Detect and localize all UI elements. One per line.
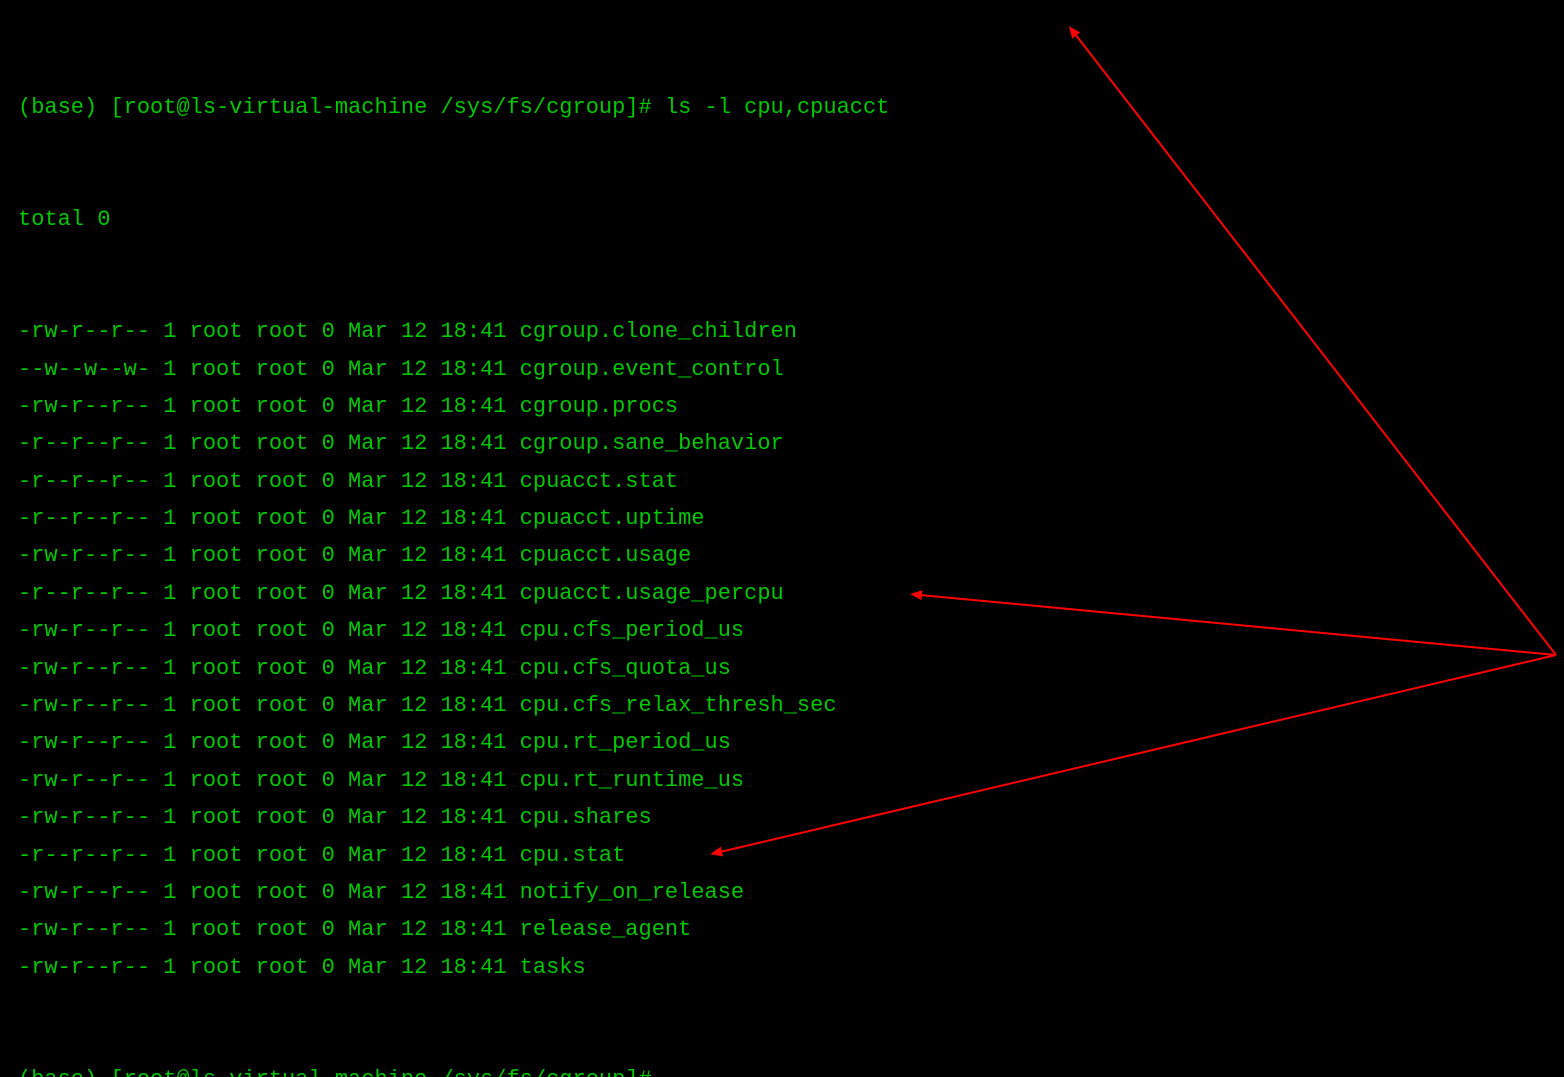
file-row: -rw-r--r-- 1 root root 0 Mar 12 18:41 cp… — [18, 799, 1546, 836]
prompt-prefix: (base) — [18, 1067, 110, 1077]
file-row: -rw-r--r-- 1 root root 0 Mar 12 18:41 cp… — [18, 612, 1546, 649]
file-row: -rw-r--r-- 1 root root 0 Mar 12 18:41 ta… — [18, 949, 1546, 986]
file-row: -rw-r--r-- 1 root root 0 Mar 12 18:41 cp… — [18, 537, 1546, 574]
prompt-line-2[interactable]: (base) [root@ls-virtual-machine /sys/fs/… — [18, 1061, 1546, 1077]
terminal-output[interactable]: (base) [root@ls-virtual-machine /sys/fs/… — [0, 0, 1564, 1077]
file-row: -rw-r--r-- 1 root root 0 Mar 12 18:41 no… — [18, 874, 1546, 911]
prompt-suffix: ]# — [625, 1067, 665, 1077]
file-row: -rw-r--r-- 1 root root 0 Mar 12 18:41 cg… — [18, 388, 1546, 425]
file-row: -r--r--r-- 1 root root 0 Mar 12 18:41 cp… — [18, 837, 1546, 874]
prompt-line-1: (base) [root@ls-virtual-machine /sys/fs/… — [18, 89, 1546, 126]
total-line: total 0 — [18, 201, 1546, 238]
file-row: -r--r--r-- 1 root root 0 Mar 12 18:41 cp… — [18, 575, 1546, 612]
prompt-cwd: /sys/fs/cgroup — [440, 1067, 625, 1077]
prompt-suffix: ]# — [625, 95, 665, 120]
prompt-cwd: /sys/fs/cgroup — [440, 95, 625, 120]
prompt-user-host: [root@ls-virtual-machine — [110, 95, 440, 120]
file-row: -r--r--r-- 1 root root 0 Mar 12 18:41 cg… — [18, 425, 1546, 462]
file-row: -r--r--r-- 1 root root 0 Mar 12 18:41 cp… — [18, 463, 1546, 500]
command-text: ls -l cpu,cpuacct — [665, 95, 889, 120]
file-row: -rw-r--r-- 1 root root 0 Mar 12 18:41 cg… — [18, 313, 1546, 350]
file-listing: -rw-r--r-- 1 root root 0 Mar 12 18:41 cg… — [18, 313, 1546, 986]
file-row: -rw-r--r-- 1 root root 0 Mar 12 18:41 re… — [18, 911, 1546, 948]
file-row: -rw-r--r-- 1 root root 0 Mar 12 18:41 cp… — [18, 650, 1546, 687]
file-row: -r--r--r-- 1 root root 0 Mar 12 18:41 cp… — [18, 500, 1546, 537]
file-row: -rw-r--r-- 1 root root 0 Mar 12 18:41 cp… — [18, 724, 1546, 761]
prompt-prefix: (base) — [18, 95, 110, 120]
file-row: -rw-r--r-- 1 root root 0 Mar 12 18:41 cp… — [18, 687, 1546, 724]
file-row: --w--w--w- 1 root root 0 Mar 12 18:41 cg… — [18, 351, 1546, 388]
file-row: -rw-r--r-- 1 root root 0 Mar 12 18:41 cp… — [18, 762, 1546, 799]
prompt-user-host: [root@ls-virtual-machine — [110, 1067, 440, 1077]
